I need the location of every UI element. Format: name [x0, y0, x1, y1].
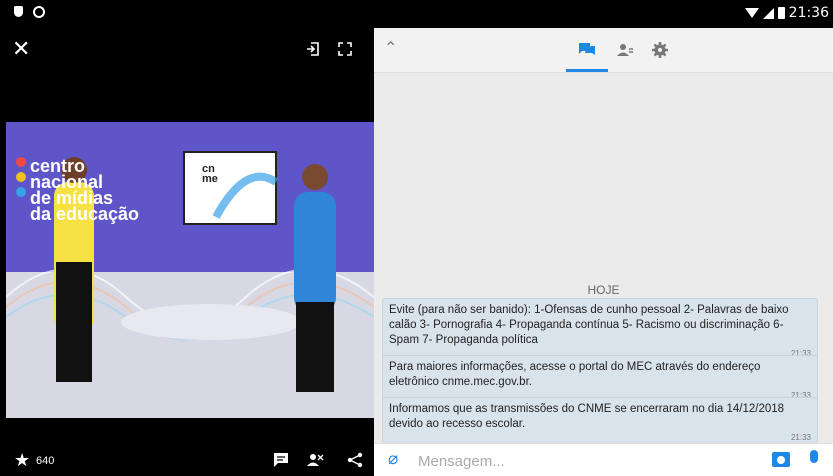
fullscreen-icon[interactable] [338, 42, 352, 56]
chat-tab-icon [579, 42, 595, 55]
date-separator: HOJE [587, 283, 620, 297]
tab-bar: ⌃ [374, 28, 833, 73]
users-icon[interactable] [306, 452, 324, 468]
chat-message: Informamos que as transmissões do CNME s… [382, 397, 818, 444]
share-icon[interactable] [346, 452, 364, 468]
tab-chat[interactable] [566, 28, 608, 72]
chat-icon[interactable] [272, 452, 290, 468]
settings-icon [652, 42, 668, 58]
message-input[interactable] [416, 450, 770, 472]
message-text: Para maiores informações, acesse o porta… [389, 361, 761, 388]
battery-icon [777, 7, 785, 19]
video-bottom-bar: ★ 640 [0, 446, 374, 475]
star-icon[interactable]: ★ [14, 450, 30, 471]
video-top-bar: ✕ [0, 28, 374, 76]
message-text: Informamos que as transmissões do CNME s… [389, 403, 785, 430]
wifi-icon [744, 8, 759, 18]
camera-icon[interactable] [772, 452, 790, 467]
attach-icon[interactable]: ⌀ [388, 449, 398, 469]
status-bar: 21:36 [0, 0, 833, 28]
tab-settings[interactable] [639, 28, 681, 72]
scene-text-4: da educação [30, 204, 140, 224]
chat-message: Evite (para não ser banido): 1-Ofensas d… [382, 298, 818, 360]
star-count: 640 [36, 455, 55, 467]
collapse-icon[interactable]: ⌃ [384, 38, 397, 58]
status-time: 21:36 [788, 5, 829, 21]
video-frame[interactable]: centro nacional de mídias da educação cn… [6, 122, 374, 418]
message-time: 21:33 [790, 433, 811, 442]
video-panel: ✕ centro nacional de mídias da educação … [0, 28, 374, 475]
shield-icon [14, 6, 23, 17]
message-composer: ⌀ [374, 443, 833, 476]
notification-icon [33, 6, 45, 18]
signal-icon [762, 7, 774, 19]
screen-logo-2: me [202, 173, 218, 185]
mic-icon[interactable] [810, 450, 818, 463]
message-text: Evite (para não ser banido): 1-Ofensas d… [389, 304, 789, 346]
close-icon[interactable]: ✕ [12, 38, 30, 60]
users-tab-icon [617, 44, 633, 56]
chat-message: Para maiores informações, acesse o porta… [382, 355, 818, 402]
chat-panel: ⌃ HOJE Evite (para não ser banido): 1-Of… [374, 28, 833, 476]
exit-icon[interactable] [306, 42, 320, 56]
